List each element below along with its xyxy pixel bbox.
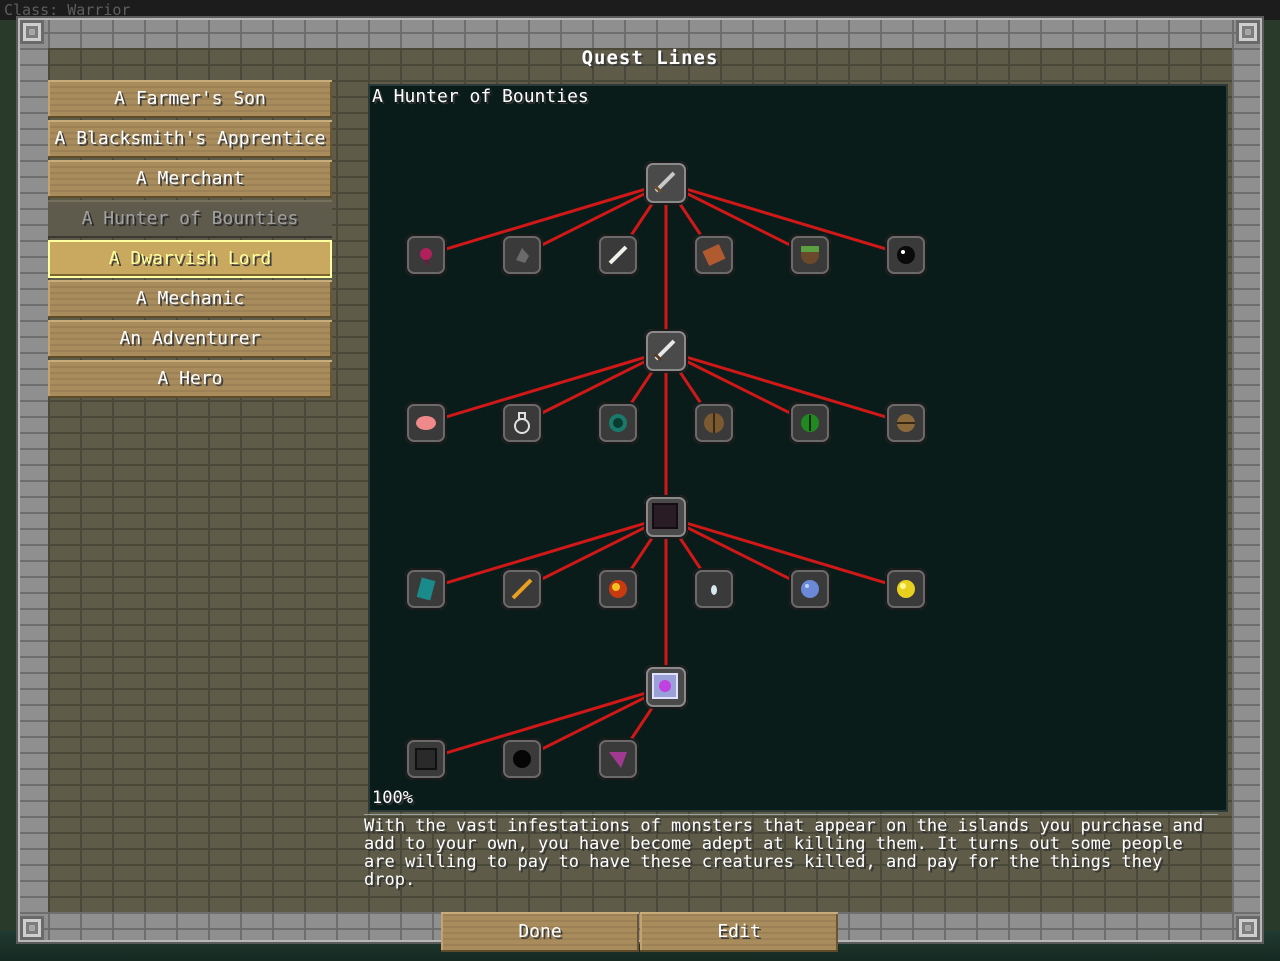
quest-node[interactable] bbox=[597, 568, 639, 610]
quest-node[interactable] bbox=[597, 738, 639, 780]
quest-node[interactable] bbox=[405, 738, 447, 780]
quest-node[interactable] bbox=[501, 738, 543, 780]
bone-icon bbox=[608, 245, 628, 265]
gold-nugget-icon bbox=[897, 580, 915, 598]
quest-line-adventurer[interactable]: An Adventurer bbox=[48, 320, 332, 358]
quest-node[interactable] bbox=[693, 234, 735, 276]
slime-eye-icon bbox=[801, 414, 819, 432]
red-dye-icon bbox=[420, 248, 432, 266]
quest-line-description: With the vast infestations of monsters t… bbox=[364, 816, 1204, 890]
quest-tree-panel[interactable]: A Hunter of Bounties 100% bbox=[370, 86, 1226, 810]
quest-node[interactable] bbox=[885, 402, 927, 444]
quest-node[interactable] bbox=[405, 568, 447, 610]
ender-pearl-icon bbox=[609, 414, 627, 432]
shulker-shell-icon bbox=[609, 752, 627, 768]
quest-node[interactable] bbox=[885, 568, 927, 610]
frame-corner bbox=[1236, 20, 1260, 44]
blaze-rod-icon bbox=[511, 578, 533, 600]
quest-node-main[interactable] bbox=[644, 665, 688, 709]
snowball-icon bbox=[801, 580, 819, 598]
nether-star-block-icon bbox=[652, 673, 678, 699]
fire-charge-icon bbox=[609, 580, 627, 598]
quest-line-dwarvish-lord[interactable]: A Dwarvish Lord bbox=[48, 240, 332, 278]
slimeball-grass-icon bbox=[801, 246, 819, 264]
quest-node[interactable] bbox=[789, 234, 831, 276]
quest-line-hunter-of-bounties[interactable]: A Hunter of Bounties bbox=[48, 200, 332, 238]
quest-node[interactable] bbox=[693, 568, 735, 610]
quest-node[interactable] bbox=[789, 568, 831, 610]
edit-button[interactable]: Edit bbox=[640, 912, 838, 952]
quest-node[interactable] bbox=[501, 568, 543, 610]
obsidian-block-icon bbox=[652, 503, 678, 529]
wood-shield-icon bbox=[704, 413, 724, 433]
frame-corner bbox=[1236, 916, 1260, 940]
glass-bottle-icon bbox=[514, 412, 530, 434]
leather-icon bbox=[702, 243, 726, 267]
quest-line-hero[interactable]: A Hero bbox=[48, 360, 332, 398]
raw-pork-icon bbox=[416, 416, 436, 430]
quest-node[interactable] bbox=[501, 402, 543, 444]
quest-node[interactable] bbox=[405, 234, 447, 276]
quest-tree-connectors bbox=[425, 181, 907, 761]
quest-line-mechanic[interactable]: A Mechanic bbox=[48, 280, 332, 318]
quest-line-blacksmiths-apprentice[interactable]: A Blacksmith's Apprentice bbox=[48, 120, 332, 158]
diamond-sword-icon bbox=[653, 339, 676, 362]
music-disc-icon bbox=[416, 577, 436, 601]
frame-corner bbox=[20, 916, 44, 940]
quest-node-main[interactable] bbox=[644, 329, 688, 373]
ender-pearl-black-icon bbox=[897, 246, 915, 264]
quest-node[interactable] bbox=[885, 234, 927, 276]
quest-node[interactable] bbox=[693, 402, 735, 444]
frame-corner bbox=[20, 20, 44, 44]
quest-line-merchant[interactable]: A Merchant bbox=[48, 160, 332, 198]
done-button[interactable]: Done bbox=[441, 912, 639, 952]
quest-line-list: A Farmer's Son A Blacksmith's Apprentice… bbox=[48, 80, 332, 400]
wood-ball-icon bbox=[897, 414, 915, 432]
ghast-tear-icon bbox=[711, 585, 717, 595]
quest-node[interactable] bbox=[405, 402, 447, 444]
description-divider bbox=[364, 814, 1218, 815]
quest-tree-title: A Hunter of Bounties bbox=[372, 86, 589, 107]
quest-node-main[interactable] bbox=[644, 495, 688, 539]
quest-node-main[interactable] bbox=[644, 161, 688, 205]
coal-block-icon bbox=[415, 748, 437, 770]
quest-node[interactable] bbox=[597, 402, 639, 444]
quest-line-farmers-son[interactable]: A Farmer's Son bbox=[48, 80, 332, 118]
zoom-level: 100% bbox=[372, 788, 413, 808]
coal-icon bbox=[513, 750, 531, 768]
flint-icon bbox=[516, 248, 529, 263]
quest-node[interactable] bbox=[501, 234, 543, 276]
iron-sword-icon bbox=[653, 171, 676, 194]
quest-node[interactable] bbox=[597, 234, 639, 276]
quest-node[interactable] bbox=[789, 402, 831, 444]
window-title: Quest Lines bbox=[581, 47, 719, 69]
